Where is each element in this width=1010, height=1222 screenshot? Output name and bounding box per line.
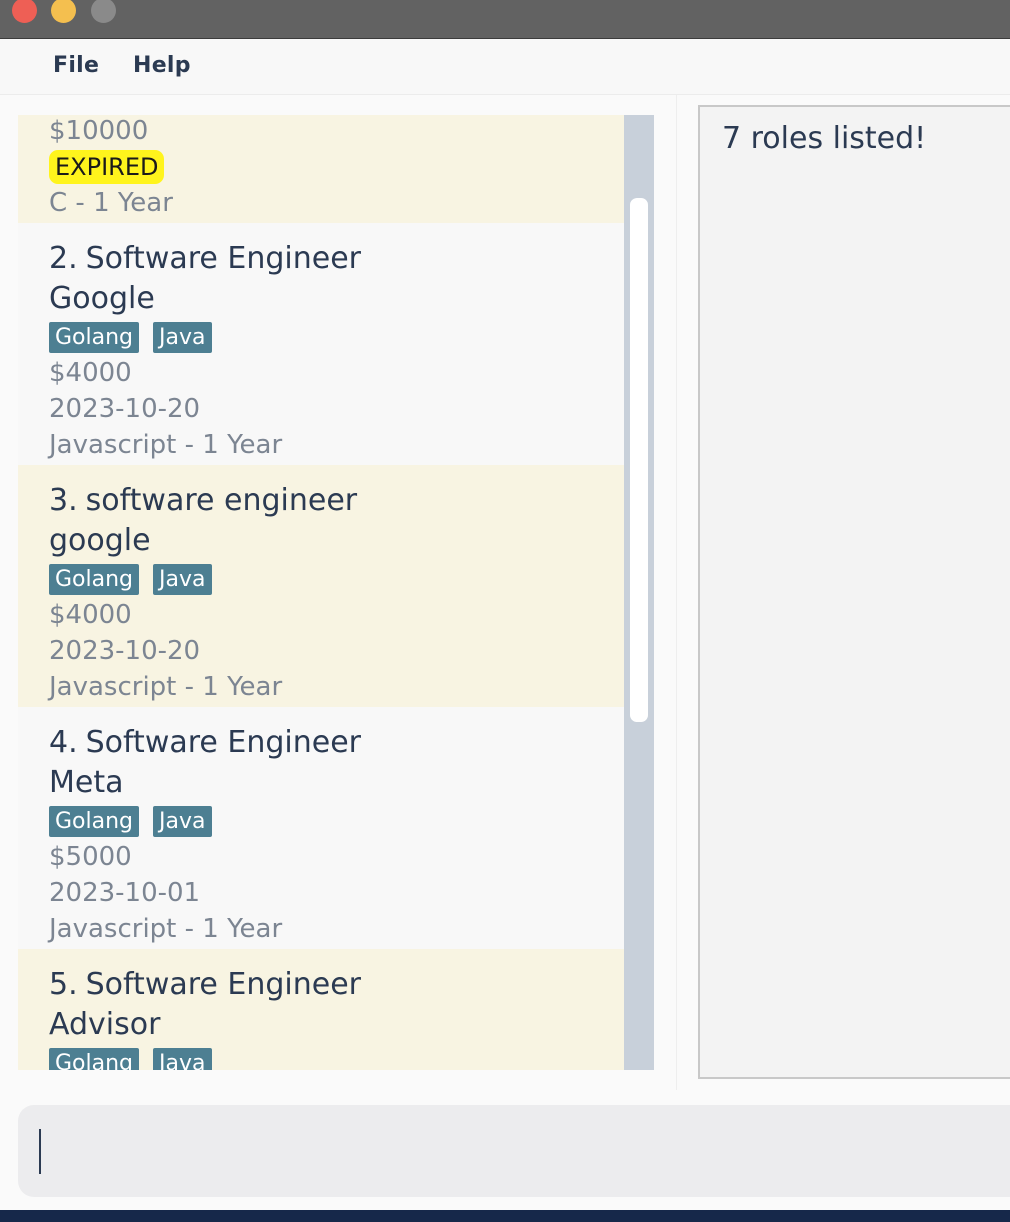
menu-file[interactable]: File: [53, 53, 99, 78]
role-title: 5. Software Engineer: [49, 965, 624, 1005]
role-index: 3.: [49, 483, 78, 518]
minimize-window-icon[interactable]: [51, 0, 76, 23]
text-caret: [39, 1129, 41, 1174]
role-salary: $4000: [49, 600, 132, 630]
role-tags: Golang Java: [49, 561, 624, 597]
role-title: 4. Software Engineer: [49, 723, 624, 763]
role-card[interactable]: 4. Software Engineer Meta Golang Java $50…: [18, 707, 624, 949]
list-scrollbar[interactable]: [624, 115, 654, 1070]
role-tag: Java: [153, 321, 212, 353]
role-card[interactable]: 2. Software Engineer Google Golang Java $…: [18, 223, 624, 465]
role-card[interactable]: 5. Software Engineer Advisor Golang Java: [18, 949, 624, 1070]
panel-divider[interactable]: [676, 95, 677, 1090]
close-window-icon[interactable]: [12, 0, 37, 23]
role-card[interactable]: $10000 EXPIRED C - 1 Year: [18, 115, 624, 223]
role-company: google: [49, 523, 151, 558]
role-title-text: Software Engineer: [85, 725, 362, 760]
maximize-window-icon[interactable]: [91, 0, 116, 23]
role-list[interactable]: $10000 EXPIRED C - 1 Year 2. Software Eng…: [18, 115, 624, 1070]
role-index: 5.: [49, 967, 78, 1002]
role-tags: Golang Java: [49, 319, 624, 355]
menu-help[interactable]: Help: [133, 53, 191, 78]
role-index: 4.: [49, 725, 78, 760]
role-tag: Golang: [49, 1047, 140, 1070]
role-list-panel: $10000 EXPIRED C - 1 Year 2. Software Eng…: [18, 115, 654, 1070]
role-salary: $10000: [49, 116, 149, 146]
role-deadline: 2023-10-20: [49, 394, 201, 424]
role-title-text: Software Engineer: [85, 967, 362, 1002]
role-requirement: Javascript - 1 Year: [49, 430, 283, 460]
role-tag: Golang: [49, 321, 140, 353]
role-title-text: Software Engineer: [85, 241, 362, 276]
list-scrollbar-thumb[interactable]: [630, 198, 648, 722]
role-title: 3. software engineer: [49, 481, 624, 521]
role-requirement: Javascript - 1 Year: [49, 914, 283, 944]
role-requirement: C - 1 Year: [49, 188, 173, 218]
role-title-text: software engineer: [85, 483, 358, 518]
role-title: 2. Software Engineer: [49, 239, 624, 279]
role-requirement: Javascript - 1 Year: [49, 672, 283, 702]
role-tags: Golang Java: [49, 1045, 624, 1070]
role-deadline: 2023-10-01: [49, 878, 201, 908]
role-tag: Golang: [49, 805, 140, 837]
role-deadline: 2023-10-20: [49, 636, 201, 666]
role-tag: Java: [153, 805, 212, 837]
role-tag: Golang: [49, 563, 140, 595]
role-tag: Java: [153, 1047, 212, 1070]
role-tags: Golang Java: [49, 803, 624, 839]
window-title-bar: [0, 0, 1010, 39]
role-index: 2.: [49, 241, 78, 276]
role-company: Advisor: [49, 1007, 161, 1042]
role-tag: Java: [153, 563, 212, 595]
expired-badge: EXPIRED: [49, 150, 165, 184]
menu-bar: File Help: [0, 39, 1010, 95]
role-card[interactable]: 3. software engineer google Golang Java $…: [18, 465, 624, 707]
role-salary: $4000: [49, 358, 132, 388]
role-company: Google: [49, 281, 155, 316]
command-input[interactable]: [18, 1105, 1010, 1197]
role-company: Meta: [49, 765, 124, 800]
status-bar: [0, 1210, 1010, 1222]
result-display: 7 roles listed!: [698, 105, 1010, 1079]
result-message: 7 roles listed!: [722, 121, 927, 156]
role-salary: $5000: [49, 842, 132, 872]
